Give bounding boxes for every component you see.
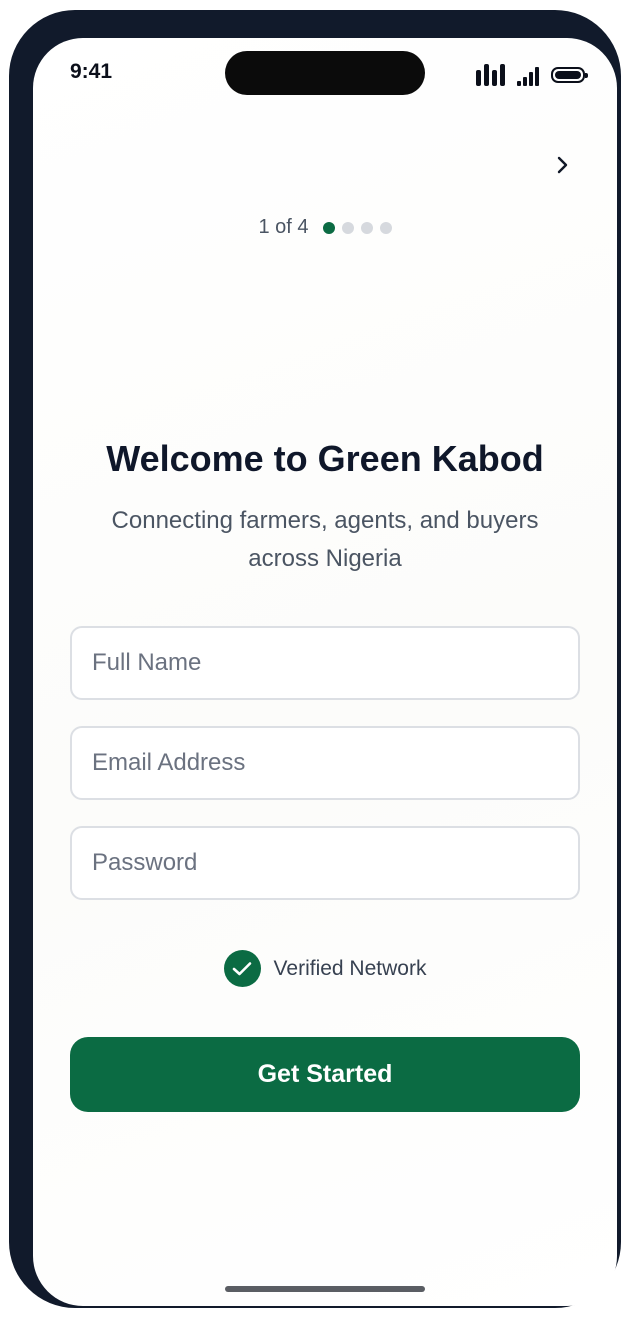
progress-dot-4 [379,221,392,234]
progress-dot-1 [322,221,335,234]
phone-frame: 9:41 1 of 4 Welcome to Green Kabod Conne… [9,10,621,1308]
status-icons [476,60,588,86]
next-button[interactable] [549,151,577,179]
wifi-signal-icon [517,66,539,86]
status-time: 9:41 [70,60,113,83]
password-input[interactable] [70,826,580,900]
dynamic-island [225,51,425,95]
battery-icon [551,67,588,83]
chevron-right-icon [557,156,568,174]
home-indicator[interactable] [225,1286,425,1292]
onboarding-progress: 1 of 4 [33,216,617,239]
page-title: Welcome to Green Kabod [106,438,544,479]
verified-badge: Verified Network [33,950,617,987]
progress-dot-2 [341,221,354,234]
email-input[interactable] [70,726,580,800]
page-subtitle: Connecting farmers, agents, and buyers a… [111,507,539,572]
check-circle-icon [223,950,261,987]
progress-dot-3 [360,221,373,234]
verified-label: Verified Network [273,956,427,980]
screen: 9:41 1 of 4 Welcome to Green Kabod Conne… [33,38,617,1306]
cellular-signal-icon [476,62,505,86]
step-counter: 1 of 4 [258,216,309,238]
full-name-input[interactable] [70,626,580,700]
get-started-button[interactable]: Get Started [70,1037,580,1112]
progress-dots [322,221,392,234]
